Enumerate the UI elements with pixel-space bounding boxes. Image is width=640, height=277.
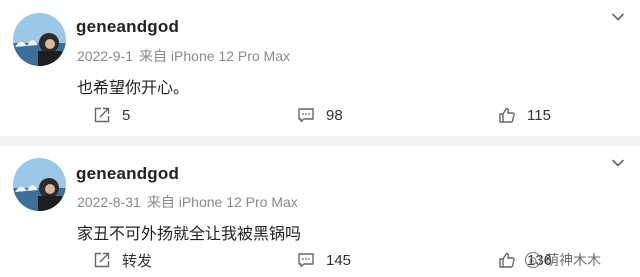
repost-count: 5: [122, 106, 131, 124]
comment-button[interactable]: 98: [296, 103, 343, 127]
avatar[interactable]: [13, 13, 66, 66]
avatar[interactable]: [13, 158, 66, 211]
watermark-text: 萌神木木: [545, 252, 601, 268]
repost-icon: [94, 252, 110, 268]
chevron-down-icon[interactable]: [610, 155, 626, 171]
comment-count: 98: [326, 106, 343, 124]
action-bar: 5 98 115: [0, 103, 640, 127]
comment-card: geneandgod 2022-9-1 来自 iPhone 12 Pro Max …: [0, 0, 640, 136]
weibo-logo-icon: [524, 251, 542, 269]
card-separator: [0, 136, 640, 146]
chevron-down-icon[interactable]: [610, 9, 626, 25]
post-meta: 2022-9-1 来自 iPhone 12 Pro Max: [77, 46, 296, 66]
avatar-image: [13, 13, 66, 66]
like-button[interactable]: 115: [497, 103, 551, 127]
repost-button[interactable]: 5: [92, 103, 130, 127]
post-date: 2022-8-31: [77, 194, 141, 210]
thumbs-up-icon: [499, 107, 515, 123]
post-meta: 2022-8-31 来自 iPhone 12 Pro Max: [77, 192, 304, 212]
username[interactable]: geneandgod: [76, 164, 179, 184]
avatar-image: [13, 158, 66, 211]
repost-label: 转发: [122, 252, 153, 270]
post-source: 来自 iPhone 12 Pro Max: [139, 48, 291, 64]
post-text: 家丑不可外扬就全让我被黑锅吗: [77, 226, 302, 243]
post-text: 也希望你开心。: [77, 80, 190, 97]
like-count: 115: [527, 106, 551, 124]
thumbs-up-icon: [499, 252, 515, 268]
post-date: 2022-9-1: [77, 48, 134, 64]
repost-icon: [94, 107, 110, 123]
post-source: 来自 iPhone 12 Pro Max: [146, 194, 298, 210]
comment-count: 145: [326, 251, 352, 269]
watermark: 萌神木木: [524, 250, 601, 270]
comment-button[interactable]: 145: [296, 248, 351, 272]
comment-icon: [298, 108, 314, 123]
comment-icon: [298, 253, 314, 268]
repost-button[interactable]: 转发: [92, 248, 152, 272]
username[interactable]: geneandgod: [76, 17, 179, 37]
